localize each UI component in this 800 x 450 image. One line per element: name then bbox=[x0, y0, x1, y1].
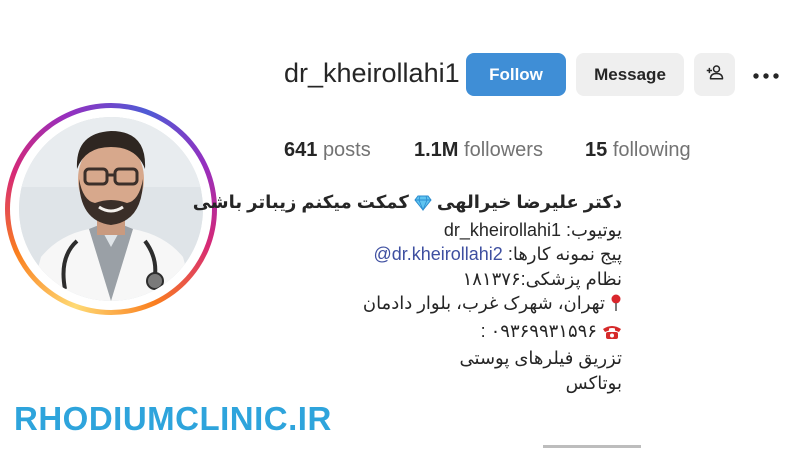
bio-address-line: تهران، شهرک غرب، بلوار دادمان bbox=[262, 291, 622, 319]
bio-service-1: تزریق فیلرهای پوستی bbox=[459, 348, 622, 368]
following-count-value: 15 bbox=[585, 139, 608, 161]
bio-page: پیج نمونه کارها: @dr.kheirollahi2 bbox=[262, 242, 622, 267]
more-options-button[interactable] bbox=[750, 60, 782, 90]
telephone-icon bbox=[602, 322, 622, 347]
watermark-text: RHODIUMCLINIC.IR bbox=[14, 400, 332, 437]
follow-button[interactable]: Follow bbox=[466, 53, 566, 96]
followers-count-value: 1.1M bbox=[414, 139, 459, 161]
bio-phone: ۰۹۳۶۹۹۳۱۵۹۶ : bbox=[480, 320, 597, 341]
profile-bio: دکتر علیرضا خیرالهی کمکت میکنم زیباتر با… bbox=[193, 190, 622, 395]
pin-icon bbox=[610, 294, 622, 319]
bio-youtube-value: dr_kheirollahi1 bbox=[443, 219, 561, 240]
bio-youtube-label: یوتیوب: bbox=[566, 219, 622, 240]
more-icon bbox=[753, 66, 779, 84]
bio-service-2: بوتاکس bbox=[565, 372, 622, 393]
following-link[interactable]: 15 following bbox=[585, 139, 691, 162]
bio-name: دکتر علیرضا خیرالهی bbox=[436, 192, 622, 212]
bio-tagline: کمکت میکنم زیباتر باشی bbox=[192, 192, 409, 212]
bio-medical-code: نظام پزشکی:۱۸۱۳۷۶ bbox=[462, 268, 622, 289]
bio-page-label: پیج نمونه کارها: bbox=[507, 244, 622, 264]
posts-count-value: 641 bbox=[284, 139, 318, 161]
suggested-accounts-button[interactable] bbox=[694, 53, 735, 96]
following-count-label: following bbox=[612, 139, 691, 161]
bio-phone-line: ۰۹۳۶۹۹۳۱۵۹۶ : bbox=[262, 319, 622, 347]
bio-name-line: دکتر علیرضا خیرالهی کمکت میکنم زیباتر با… bbox=[193, 190, 622, 218]
avatar-photo bbox=[19, 117, 203, 301]
bio-page-mention[interactable]: @dr.kheirollahi2 bbox=[373, 244, 502, 264]
add-user-icon bbox=[706, 63, 724, 86]
tab-indicator bbox=[543, 445, 641, 448]
message-button[interactable]: Message bbox=[576, 53, 684, 96]
bio-youtube: یوتیوب: dr_kheirollahi1 bbox=[262, 218, 622, 243]
profile-username: dr_kheirollahi1 bbox=[284, 58, 460, 88]
followers-link[interactable]: 1.1M followers bbox=[414, 139, 543, 162]
gem-icon bbox=[414, 193, 432, 218]
followers-count-label: followers bbox=[464, 139, 543, 161]
profile-page: dr_kheirollahi1 Follow Message 641 posts… bbox=[0, 0, 800, 450]
profile-avatar[interactable] bbox=[5, 103, 217, 315]
bio-address: تهران، شهرک غرب، بلوار دادمان bbox=[362, 293, 605, 313]
posts-count-label: posts bbox=[322, 139, 371, 161]
posts-count: 641 posts bbox=[284, 139, 371, 162]
